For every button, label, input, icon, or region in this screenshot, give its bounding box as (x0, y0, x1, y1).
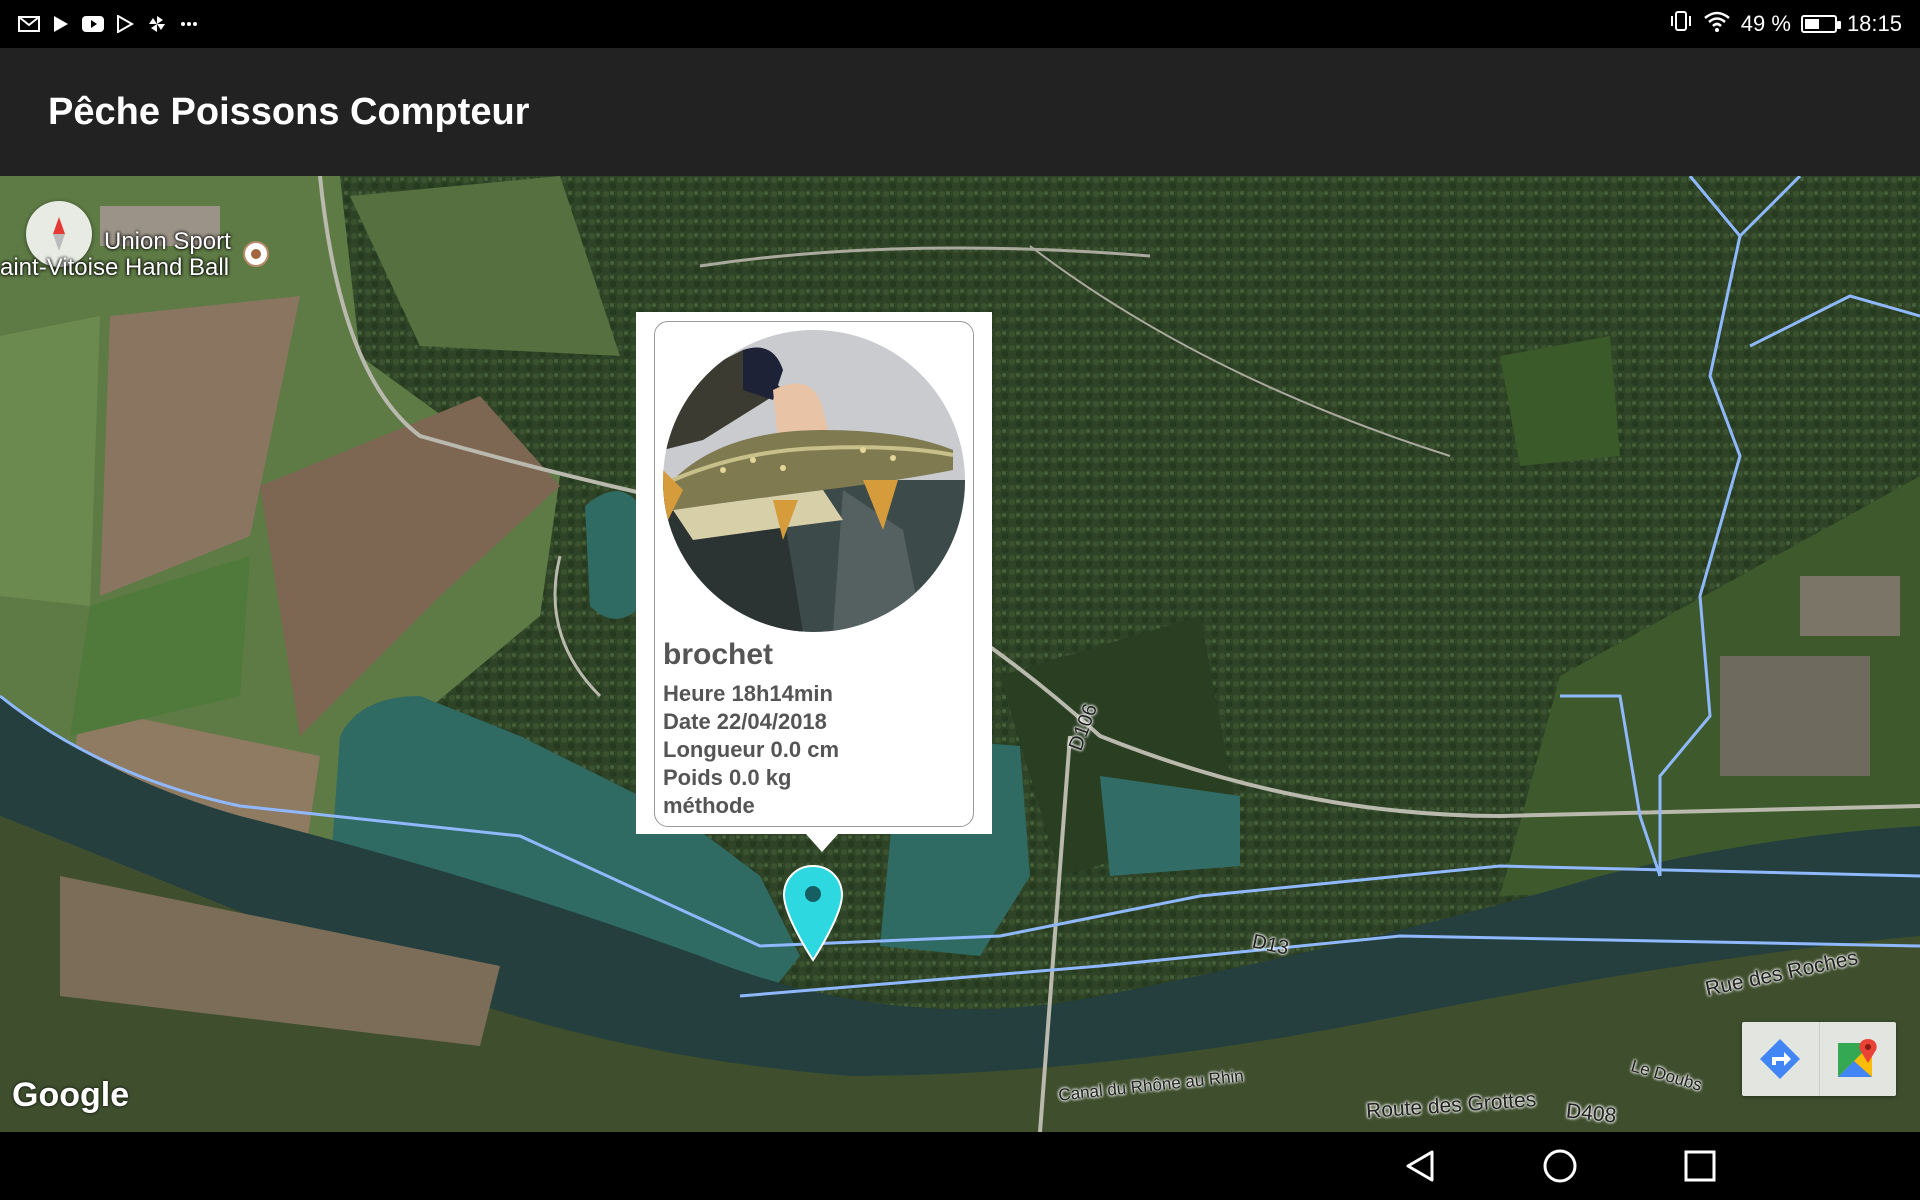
google-logo: Google (12, 1076, 130, 1114)
catch-weight: Poids 0.0 kg (663, 765, 792, 790)
vibrate-icon (1669, 10, 1693, 38)
battery-icon (1800, 15, 1841, 33)
catch-time: Heure 18h14min (663, 681, 833, 706)
catch-marker[interactable] (782, 864, 844, 962)
species-name: brochet (663, 638, 774, 671)
recents-icon (1684, 1150, 1716, 1182)
open-in-maps-button[interactable] (1818, 1022, 1897, 1096)
sports-venue-pin-icon[interactable] (242, 240, 270, 268)
directions-button[interactable] (1742, 1022, 1819, 1096)
home-icon (1543, 1149, 1577, 1183)
back-button[interactable] (1394, 1140, 1446, 1192)
battery-percent: 49 % (1740, 11, 1791, 36)
pinwheel-icon (146, 15, 168, 33)
play-movies-icon (114, 15, 136, 33)
catch-details: Heure 18h14min Date 22/04/2018 Longueur … (663, 680, 839, 820)
app-title: Pêche Poissons Compteur (48, 91, 530, 133)
system-status: 49 % 18:15 (1669, 0, 1902, 48)
more-dots-icon (178, 15, 200, 33)
google-maps-icon (1837, 1039, 1877, 1077)
place-label-hand-ball: aint-Vitoise Hand Ball (0, 254, 230, 281)
back-icon (1406, 1150, 1434, 1182)
road-label-d408: D408 (1564, 1099, 1618, 1128)
catch-date: Date 22/04/2018 (663, 709, 827, 734)
youtube-icon (82, 15, 104, 33)
play-store-icon (50, 15, 72, 33)
place-label-union-sport: Union Sport (104, 228, 231, 255)
status-bar: 49 % 18:15 (0, 0, 1920, 48)
catch-info-card: brochet Heure 18h14min Date 22/04/2018 L… (654, 321, 974, 827)
recents-button[interactable] (1674, 1140, 1726, 1192)
home-button[interactable] (1534, 1140, 1586, 1192)
map-toolbar (1742, 1022, 1896, 1096)
catch-method: méthode (663, 793, 755, 818)
app-bar: Pêche Poissons Compteur (0, 48, 1920, 176)
map-pin-icon (782, 864, 844, 962)
catch-length: Longueur 0.0 cm (663, 737, 840, 762)
directions-icon (1760, 1039, 1801, 1079)
catch-info-window[interactable]: brochet Heure 18h14min Date 22/04/2018 L… (636, 312, 992, 852)
clock: 18:15 (1846, 11, 1902, 36)
notification-icons (18, 0, 200, 48)
fish-photo (663, 330, 965, 632)
wifi-icon (1703, 10, 1731, 38)
navigation-bar (0, 1132, 1920, 1200)
map-view[interactable]: Union Sport aint-Vitoise Hand Ball D106 … (0, 176, 1920, 1132)
gmail-icon (18, 15, 40, 33)
